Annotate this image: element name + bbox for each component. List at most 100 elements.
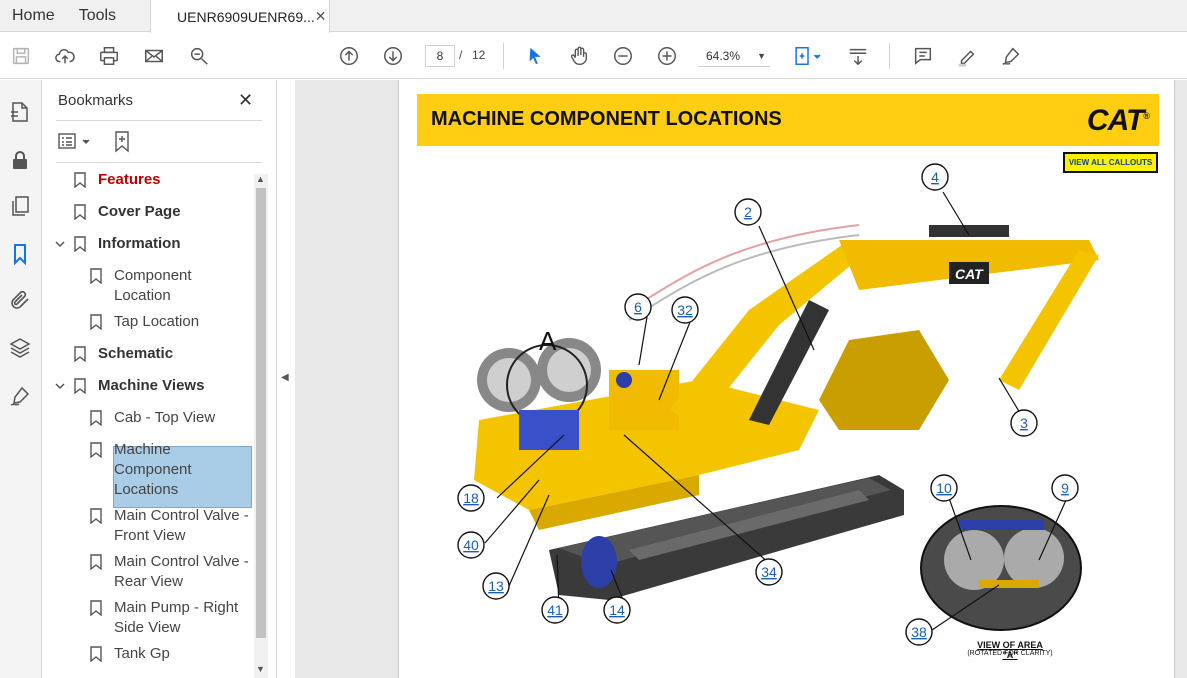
callout-marker[interactable]: 10	[930, 474, 958, 502]
callout-number: 13	[488, 578, 504, 594]
tab-home[interactable]: Home	[0, 0, 67, 31]
bookmark-item[interactable]: Features	[98, 170, 161, 190]
close-tab-icon[interactable]: ✕	[315, 8, 327, 25]
page-separator: /	[459, 48, 463, 62]
bookmark-icon	[74, 236, 86, 252]
bookmark-label: Rear View	[114, 573, 183, 590]
close-icon[interactable]: ✕	[238, 90, 253, 111]
bookmark-label: Component	[114, 267, 192, 284]
navigation-rail	[0, 80, 42, 678]
bookmark-item[interactable]: Schematic	[98, 344, 173, 364]
bookmark-icon	[90, 314, 102, 330]
callout-marker[interactable]: 41	[541, 596, 569, 624]
scroll-up-icon[interactable]: ▲	[256, 174, 265, 184]
chevron-down-icon[interactable]	[54, 380, 66, 392]
callout-number: 34	[761, 564, 777, 580]
bookmark-label: Main Control Valve -	[114, 507, 249, 524]
callout-marker[interactable]: 14	[603, 596, 631, 624]
select-cursor-icon[interactable]	[523, 44, 547, 68]
upload-cloud-icon[interactable]	[53, 44, 77, 68]
previous-page-icon[interactable]	[337, 44, 361, 68]
email-icon[interactable]	[142, 44, 166, 68]
bookmark-item[interactable]: Component Location	[114, 266, 192, 306]
page-number-input[interactable]: 8	[425, 45, 455, 67]
bookmark-label: Cab - Top View	[114, 409, 216, 426]
divider	[56, 120, 262, 121]
bookmark-label: Tank Gp	[114, 645, 170, 662]
bookmark-icon	[90, 442, 102, 458]
scrollbar-thumb[interactable]	[256, 188, 266, 638]
find-icon[interactable]	[187, 44, 211, 68]
hand-tool-icon[interactable]	[567, 44, 591, 68]
chevron-down-icon[interactable]	[54, 238, 66, 250]
tab-document-label: UENR6909UENR69...	[177, 8, 315, 25]
callout-marker[interactable]: 13	[482, 572, 510, 600]
highlight-pen-icon[interactable]	[955, 44, 979, 68]
bookmark-options-icon[interactable]	[58, 132, 94, 152]
callout-marker[interactable]: 38	[905, 618, 933, 646]
callout-number: 32	[677, 302, 693, 318]
callout-number: 9	[1061, 480, 1069, 496]
zoom-select[interactable]: 64.3% ▼	[698, 45, 770, 67]
callout-marker[interactable]: 32	[671, 296, 699, 324]
add-bookmark-icon[interactable]	[112, 130, 134, 154]
bookmark-scrollbar[interactable]: ▲ ▼	[254, 174, 268, 678]
next-page-icon[interactable]	[381, 44, 405, 68]
document-viewport[interactable]: MACHINE COMPONENT LOCATIONS CAT® VIEW AL…	[295, 80, 1187, 678]
area-letter: A	[539, 326, 557, 356]
callout-number: 18	[463, 490, 479, 506]
collapse-panel-icon[interactable]: ◀	[281, 372, 289, 383]
lock-icon[interactable]	[8, 148, 32, 172]
zoom-in-icon[interactable]	[655, 44, 679, 68]
callout-marker[interactable]: 34	[755, 558, 783, 586]
sign-pen-icon[interactable]	[999, 44, 1023, 68]
page-thumbnails-icon[interactable]	[8, 100, 32, 124]
layers-icon[interactable]	[8, 336, 32, 360]
callout-marker[interactable]: 9	[1051, 474, 1079, 502]
bookmark-item[interactable]: Cover Page	[98, 202, 181, 222]
callout-marker[interactable]: 18	[457, 484, 485, 512]
bookmark-item[interactable]: Machine Views	[98, 376, 204, 396]
bookmark-item[interactable]: Main Control Valve - Front View	[114, 506, 249, 546]
print-icon[interactable]	[97, 44, 121, 68]
area-a-inset	[920, 505, 1082, 631]
callout-marker[interactable]: 2	[734, 198, 762, 226]
bookmark-item[interactable]: Information	[98, 234, 181, 254]
callout-marker[interactable]: 4	[921, 163, 949, 191]
comment-icon[interactable]	[911, 44, 935, 68]
signature-icon[interactable]	[8, 384, 32, 408]
scroll-mode-icon[interactable]	[846, 44, 870, 68]
save-icon[interactable]	[9, 44, 33, 68]
toolbar: 8 / 12 64.3% ▼	[0, 33, 1187, 79]
bookmark-item[interactable]: Main Control Valve - Rear View	[114, 552, 249, 592]
tab-tools[interactable]: Tools	[67, 0, 128, 31]
zoom-out-icon[interactable]	[611, 44, 635, 68]
scroll-down-icon[interactable]: ▼	[256, 664, 265, 674]
bookmark-item[interactable]: Tap Location	[114, 312, 199, 332]
excavator-figure: CAT A 426 32318401341 143410 938	[457, 163, 1099, 646]
bookmark-item[interactable]: Tank Gp	[114, 644, 170, 664]
bookmark-item[interactable]: Machine Component Locations	[114, 440, 192, 500]
paperclip-icon[interactable]	[8, 288, 32, 312]
callout-marker[interactable]: 6	[624, 293, 652, 321]
view-area-sublabel: (ROTATED FOR CLARITY)	[967, 650, 1053, 657]
bookmark-icon	[74, 204, 86, 220]
divider	[56, 162, 262, 163]
bookmark-icon	[90, 410, 102, 426]
tab-document[interactable]: UENR6909UENR69... ✕	[150, 0, 331, 33]
callout-marker[interactable]: 40	[457, 531, 485, 559]
fit-page-icon[interactable]	[791, 44, 825, 68]
bookmark-icon	[90, 600, 102, 616]
bookmark-item[interactable]: Main Pump - Right Side View	[114, 598, 238, 638]
callout-marker[interactable]: 3	[1010, 409, 1038, 437]
bookmark-icon	[90, 268, 102, 284]
bookmark-item[interactable]: Cab - Top View	[114, 408, 215, 428]
callout-number: 2	[744, 204, 752, 220]
bookmark-panel-icon[interactable]	[8, 242, 32, 266]
bookmark-label: Schematic	[98, 345, 174, 362]
bookmark-icon	[90, 554, 102, 570]
attachments-pages-icon[interactable]	[8, 194, 32, 218]
page-total: 12	[472, 48, 486, 62]
chevron-down-icon: ▼	[757, 51, 766, 61]
pdf-page: MACHINE COMPONENT LOCATIONS CAT® VIEW AL…	[398, 80, 1175, 678]
